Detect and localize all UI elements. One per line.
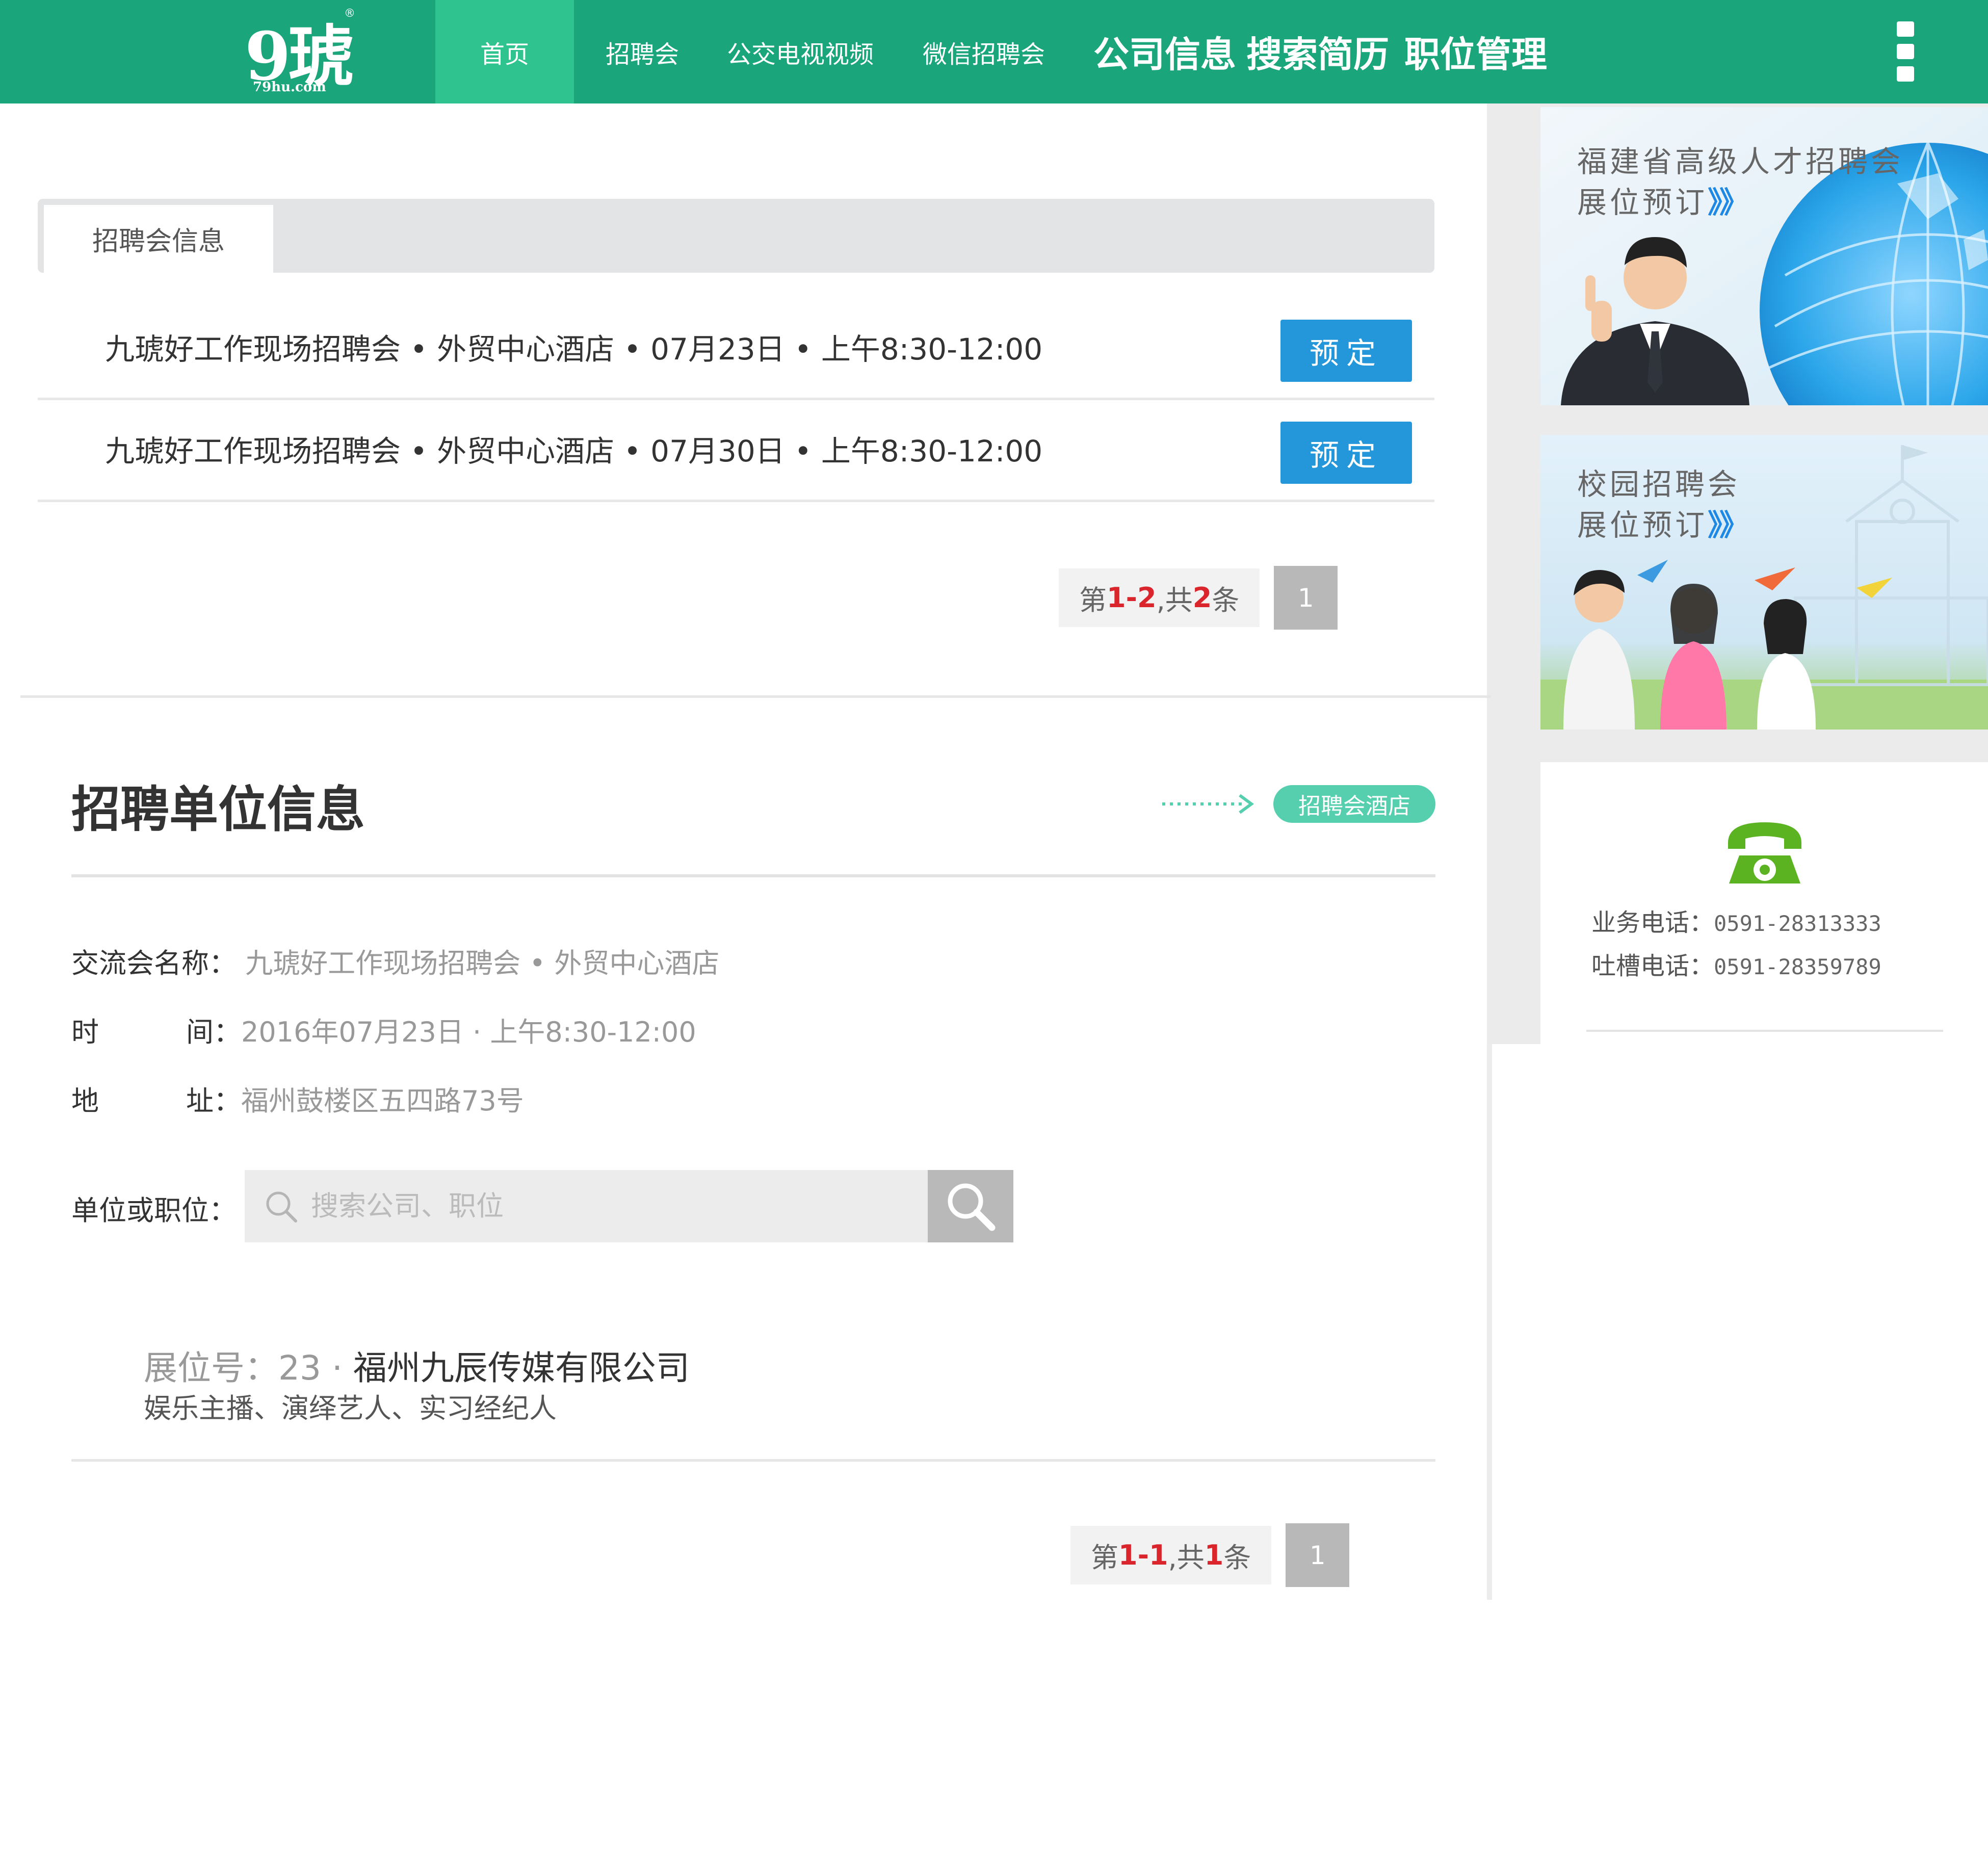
unit-title-divider bbox=[71, 874, 1435, 877]
nav-home[interactable]: 首页 bbox=[435, 0, 574, 103]
complaint-phone[interactable]: 0591-28359789 bbox=[1714, 954, 1881, 979]
fair-name-label: 交流会名称： bbox=[71, 947, 237, 979]
address-label-char: 地 bbox=[71, 1085, 99, 1117]
nav-search-resume[interactable]: 搜索简历 bbox=[1244, 0, 1392, 103]
fair-pagination: 第 1-2 ,共 2 条 1 bbox=[1059, 566, 1338, 630]
more-vertical-icon[interactable] bbox=[1895, 21, 1916, 82]
nav-company-info[interactable]: 公司信息 bbox=[1091, 0, 1239, 103]
search-icon bbox=[266, 1191, 297, 1223]
banner-senior-talent-fair[interactable]: 福建省高级人才招聘会 展位预订》》 bbox=[1540, 107, 1988, 405]
fair-address-value: 福州鼓楼区五四路73号 bbox=[241, 1085, 524, 1117]
address-label-rest: 址： bbox=[186, 1085, 241, 1117]
fair-time-value: 2016年07月23日 · 上午8:30-12:00 bbox=[241, 1016, 696, 1048]
pagination-summary: 第 1-1 ,共 1 条 bbox=[1070, 1526, 1272, 1584]
business-phone[interactable]: 0591-28313333 bbox=[1714, 911, 1881, 936]
top-nav-bar: 9琥 ® 79hu.com 首页 招聘会 公交电视视频 微信招聘会 公司信息 搜… bbox=[0, 0, 1988, 103]
banner1-title: 福建省高级人才招聘会 bbox=[1577, 144, 1904, 179]
booth-number: 展位号：23 · bbox=[144, 1348, 353, 1388]
booth-divider bbox=[71, 1459, 1435, 1462]
telephone-icon bbox=[1728, 822, 1801, 883]
fair-name-line: 交流会名称： 九琥好工作现场招聘会 • 外贸中心酒店 bbox=[71, 941, 719, 981]
pagination-summary: 第 1-2 ,共 2 条 bbox=[1059, 568, 1260, 627]
complaint-phone-line: 吐槽电话：0591-28359789 bbox=[1591, 946, 1881, 981]
search-placeholder: 搜索公司、职位 bbox=[311, 1190, 504, 1222]
banner2-arrows: 》》 bbox=[1708, 508, 1749, 542]
fair-time-line: 时 间：2016年07月23日 · 上午8:30-12:00 bbox=[71, 1009, 696, 1050]
logo-domain: 79hu.com bbox=[253, 80, 326, 95]
banner2-subtitle: 展位预订》》 bbox=[1577, 508, 1749, 542]
time-label-rest: 间： bbox=[186, 1016, 241, 1048]
business-phone-line: 业务电话：0591-28313333 bbox=[1591, 902, 1881, 938]
business-phone-label: 业务电话： bbox=[1591, 908, 1714, 937]
complaint-phone-label: 吐槽电话： bbox=[1591, 952, 1714, 980]
section-divider bbox=[20, 695, 1491, 698]
fair-row: 九琥好工作现场招聘会 • 外贸中心酒店 • 07月30日 • 上午8:30-12… bbox=[38, 400, 1434, 502]
booth-jobs: 娱乐主播、演绎艺人、实习经纪人 bbox=[144, 1392, 557, 1424]
time-label-char: 时 bbox=[71, 1016, 99, 1048]
search-button[interactable] bbox=[928, 1170, 1013, 1242]
book-button[interactable]: 预定 bbox=[1280, 422, 1412, 484]
banner1-subtitle: 展位预订》》 bbox=[1577, 185, 1749, 220]
search-icon bbox=[948, 1183, 996, 1231]
banner-campus-fair[interactable]: 校园招聘会 展位预订》》 bbox=[1540, 435, 1988, 730]
book-button[interactable]: 预定 bbox=[1280, 320, 1412, 382]
nav-job-management[interactable]: 职位管理 bbox=[1402, 0, 1550, 103]
fair-address-line: 地 址：福州鼓楼区五四路73号 bbox=[71, 1078, 524, 1119]
pagination-page-1[interactable]: 1 bbox=[1274, 566, 1338, 630]
content-divider bbox=[1487, 1044, 1492, 1600]
fair-row-text[interactable]: 九琥好工作现场招聘会 • 外贸中心酒店 • 07月30日 • 上午8:30-12… bbox=[105, 400, 1042, 502]
site-logo[interactable]: 9琥 ® 79hu.com bbox=[240, 3, 357, 100]
contact-divider bbox=[1586, 1030, 1943, 1032]
fair-row: 九琥好工作现场招聘会 • 外贸中心酒店 • 07月23日 • 上午8:30-12… bbox=[38, 298, 1434, 400]
contact-card: 业务电话：0591-28313333 吐槽电话：0591-28359789 bbox=[1540, 762, 1988, 1044]
logo-registered-mark: ® bbox=[344, 7, 355, 20]
fair-name-value: 九琥好工作现场招聘会 • 外贸中心酒店 bbox=[245, 947, 720, 979]
fair-row-text[interactable]: 九琥好工作现场招聘会 • 外贸中心酒店 • 07月23日 • 上午8:30-12… bbox=[105, 298, 1042, 400]
banner2-title: 校园招聘会 bbox=[1577, 467, 1741, 502]
nav-bus-tv-video[interactable]: 公交电视视频 bbox=[719, 0, 882, 103]
unit-pagination: 第 1-1 ,共 1 条 1 bbox=[1070, 1523, 1350, 1587]
nav-job-fair[interactable]: 招聘会 bbox=[586, 0, 698, 103]
company-name[interactable]: 福州九辰传媒有限公司 bbox=[353, 1348, 690, 1388]
nav-wechat-fair[interactable]: 微信招聘会 bbox=[912, 0, 1055, 103]
search-label: 单位或职位： bbox=[71, 1194, 237, 1227]
fair-hotel-tag[interactable]: 招聘会酒店 bbox=[1273, 785, 1435, 823]
search-input[interactable]: 搜索公司、职位 bbox=[245, 1170, 928, 1242]
dotted-arrow-icon bbox=[1162, 794, 1254, 814]
tab-fair-info[interactable]: 招聘会信息 bbox=[44, 205, 273, 273]
pagination-page-1[interactable]: 1 bbox=[1286, 1523, 1350, 1587]
banner1-arrows: 》》 bbox=[1708, 185, 1749, 220]
unit-info-title: 招聘单位信息 bbox=[71, 781, 365, 838]
booth-entry[interactable]: 展位号：23 · 福州九辰传媒有限公司 bbox=[144, 1341, 690, 1390]
